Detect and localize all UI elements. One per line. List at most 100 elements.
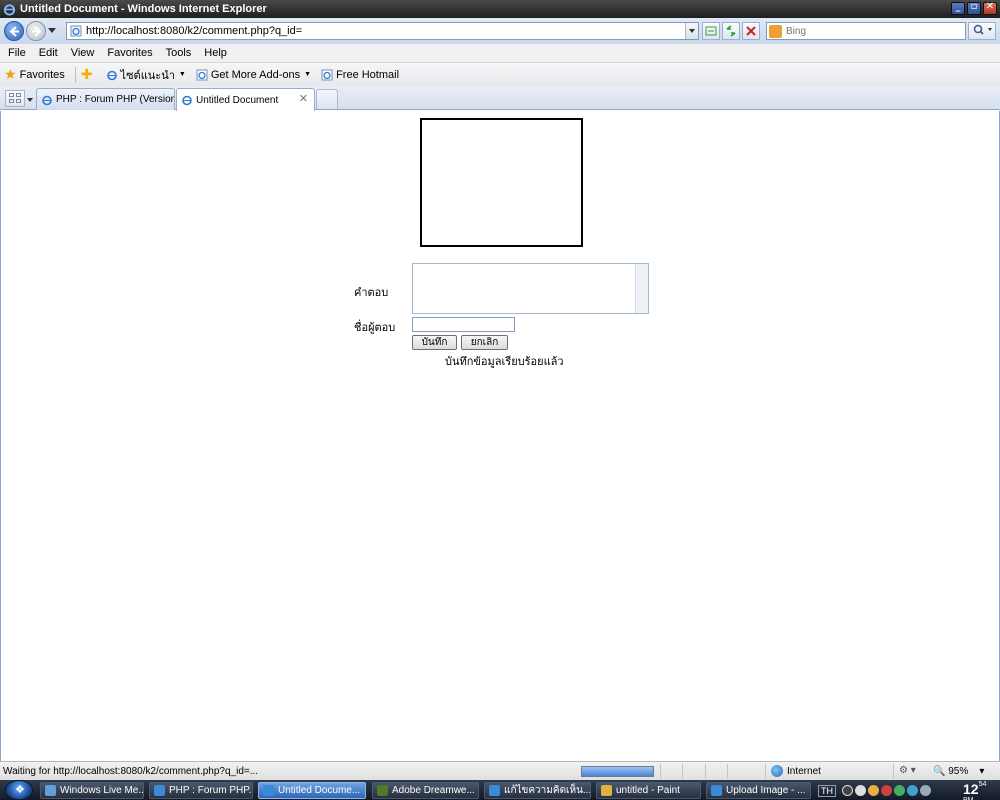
refresh-icon xyxy=(726,25,736,37)
responder-name-input[interactable] xyxy=(412,317,515,332)
fav-get-more-addons[interactable]: Get More Add-ons ▼ xyxy=(196,69,311,81)
tab-list-dropdown[interactable] xyxy=(27,98,33,102)
restore-button[interactable]: ▫ xyxy=(967,1,981,15)
favorites-separator xyxy=(74,66,76,83)
close-window-button[interactable]: ✕ xyxy=(983,1,997,15)
search-box[interactable] xyxy=(766,22,966,40)
responder-name-label: ชื่อผู้ตอบ xyxy=(354,321,396,334)
zoom-level[interactable]: 🔍 95% ▾ xyxy=(933,766,984,777)
ie-page-icon xyxy=(196,69,208,80)
address-toolbar xyxy=(0,18,1000,44)
favorites-bar: ★ Favorites ✚ ไซต์แนะนำ ▼ Get More Add-o… xyxy=(0,62,1000,86)
quick-tabs-button[interactable] xyxy=(5,90,25,107)
app-icon xyxy=(377,785,388,796)
taskbar-item[interactable]: Untitled Docume... xyxy=(258,782,366,799)
app-icon xyxy=(601,785,612,796)
security-zone[interactable]: Internet xyxy=(771,765,821,777)
tab-php-forum[interactable]: PHP : Forum PHP (Version 3.... xyxy=(36,88,175,110)
compatibility-icon xyxy=(705,26,717,36)
menu-favorites[interactable]: Favorites xyxy=(107,47,152,59)
back-button[interactable] xyxy=(4,21,24,41)
forward-arrow-icon xyxy=(32,26,42,37)
ie-page-icon xyxy=(106,70,117,80)
refresh-button[interactable] xyxy=(722,22,740,40)
menu-view[interactable]: View xyxy=(71,47,95,59)
ie-page-icon xyxy=(42,95,52,105)
system-tray: TH xyxy=(818,782,933,799)
tray-icon[interactable] xyxy=(920,785,931,796)
taskbar-item[interactable]: แก้ไขความคิดเห็น... xyxy=(484,782,591,799)
minimize-button[interactable]: _ xyxy=(951,1,965,15)
app-icon xyxy=(711,785,722,796)
stop-icon xyxy=(746,26,756,36)
stop-button[interactable] xyxy=(742,22,760,40)
new-tab-button[interactable] xyxy=(316,89,338,109)
add-favorite-star-icon: ✚ xyxy=(80,66,93,82)
tab-label: PHP : Forum PHP (Version 3.... xyxy=(56,94,175,105)
taskbar: ❖ Windows Live Me... PHP : Forum PHP... Un… xyxy=(0,780,1000,800)
answer-label: คำตอบ xyxy=(354,286,389,299)
chevron-down-icon: ▼ xyxy=(178,71,186,78)
answer-scrollbar[interactable] xyxy=(635,264,648,313)
search-input[interactable] xyxy=(786,25,956,37)
zone-label: Internet xyxy=(787,765,821,777)
compatibility-view-button[interactable] xyxy=(702,22,720,40)
protected-mode-icon[interactable]: ⚙ ▾ xyxy=(899,765,916,776)
taskbar-item-label: untitled - Paint xyxy=(616,785,680,796)
taskbar-item[interactable]: Windows Live Me... xyxy=(40,782,144,799)
menu-file[interactable]: File xyxy=(8,47,26,59)
taskbar-item[interactable]: untitled - Paint xyxy=(596,782,701,799)
address-bar[interactable] xyxy=(66,22,699,40)
taskbar-item[interactable]: Upload Image - ... xyxy=(706,782,811,799)
tray-icon[interactable] xyxy=(881,785,892,796)
answer-textarea[interactable] xyxy=(412,263,649,314)
tab-label: Untitled Document xyxy=(196,94,279,106)
app-icon xyxy=(263,785,274,796)
zoom-value: 95% xyxy=(948,766,969,777)
image-placeholder xyxy=(420,118,583,247)
tray-icon[interactable] xyxy=(868,785,879,796)
menu-edit[interactable]: Edit xyxy=(39,47,58,59)
taskbar-item[interactable]: Adobe Dreamwe... xyxy=(372,782,479,799)
cancel-button[interactable]: ยกเลิก xyxy=(461,335,508,350)
forward-button[interactable] xyxy=(26,21,46,41)
menu-help[interactable]: Help xyxy=(204,47,227,59)
tray-icon[interactable] xyxy=(907,785,918,796)
search-button[interactable] xyxy=(968,22,996,40)
app-icon xyxy=(45,785,56,796)
address-dropdown-button[interactable] xyxy=(685,23,698,39)
taskbar-item[interactable]: PHP : Forum PHP... xyxy=(149,782,253,799)
favorites-label: Favorites xyxy=(19,68,65,81)
loading-progress-bar xyxy=(581,766,654,777)
search-icon xyxy=(973,24,992,35)
add-to-favorites-bar-button[interactable]: ✚ xyxy=(81,66,96,83)
tray-icon[interactable] xyxy=(855,785,866,796)
clock[interactable]: 1254PM xyxy=(963,781,986,800)
tray-icon[interactable] xyxy=(894,785,905,796)
start-button[interactable]: ❖ xyxy=(5,780,33,800)
window-title: Untitled Document - Windows Internet Exp… xyxy=(20,3,267,15)
app-icon xyxy=(154,785,165,796)
tray-icon[interactable] xyxy=(842,785,853,796)
chevron-down-icon: ▼ xyxy=(304,71,312,78)
favorites-star-icon: ★ xyxy=(4,66,17,82)
taskbar-item-label: Adobe Dreamwe... xyxy=(392,785,475,796)
language-indicator[interactable]: TH xyxy=(818,784,836,797)
fav-suggested-sites[interactable]: ไซต์แนะนำ ▼ xyxy=(106,66,186,84)
taskbar-item-label: PHP : Forum PHP... xyxy=(169,785,253,796)
close-tab-icon[interactable]: ✕ xyxy=(299,92,308,105)
bing-icon xyxy=(769,24,782,38)
app-icon xyxy=(489,785,500,796)
tab-untitled-document[interactable]: Untitled Document ✕ xyxy=(176,88,315,111)
address-input[interactable] xyxy=(86,24,676,38)
taskbar-item-label: แก้ไขความคิดเห็น... xyxy=(504,785,591,796)
save-button[interactable]: บันทึก xyxy=(412,335,457,350)
favorites-button[interactable]: ★ Favorites xyxy=(4,66,65,83)
recent-pages-dropdown[interactable] xyxy=(48,28,56,33)
saved-message: บันทึกข้อมูลเรียบร้อยแล้ว xyxy=(445,355,564,368)
fav-free-hotmail[interactable]: Free Hotmail xyxy=(321,69,399,81)
ie-page-icon xyxy=(182,95,192,106)
tab-bar: PHP : Forum PHP (Version 3.... Untitled … xyxy=(0,86,1000,111)
status-bar: Waiting for http://localhost:8080/k2/com… xyxy=(0,761,1000,780)
menu-tools[interactable]: Tools xyxy=(166,47,192,59)
